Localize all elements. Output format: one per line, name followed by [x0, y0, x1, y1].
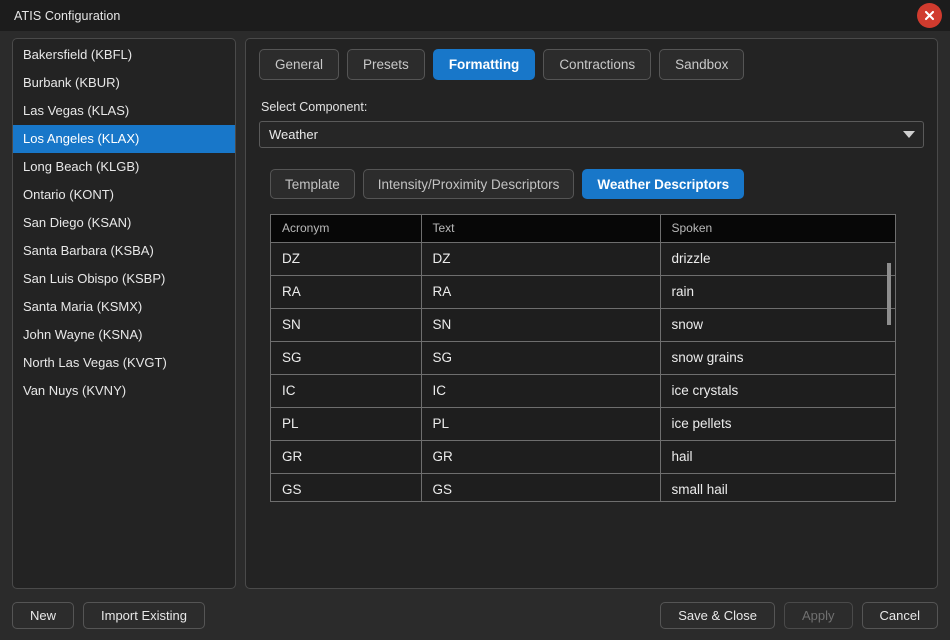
close-window-button[interactable] [917, 3, 942, 28]
facility-list-item[interactable]: Van Nuys (KVNY) [13, 377, 235, 405]
weather-descriptors-table-container: AcronymTextSpoken DZDZdrizzleRARArainSNS… [270, 214, 896, 502]
facility-list-item[interactable]: Santa Barbara (KSBA) [13, 237, 235, 265]
table-row[interactable]: SNSNsnow [271, 308, 896, 341]
facility-list-item[interactable]: San Diego (KSAN) [13, 209, 235, 237]
weather-descriptors-table: AcronymTextSpoken DZDZdrizzleRARArainSNS… [271, 215, 896, 502]
import-existing-button[interactable]: Import Existing [83, 602, 205, 629]
configuration-panel: General Presets FormattingContractions Sand… [245, 38, 938, 589]
window-title: ATIS Configuration [14, 9, 120, 23]
component-sub-tab-bar: Template Intensity/Proximity DescriptorsW… [270, 169, 924, 199]
column-header[interactable]: Spoken [660, 215, 896, 242]
table-cell[interactable]: ice pellets [660, 407, 896, 440]
close-icon [923, 9, 936, 22]
table-cell[interactable]: SN [421, 308, 660, 341]
select-component-label: Select Component: [259, 100, 924, 114]
facility-list[interactable]: Bakersfield (KBFL)Burbank (KBUR)Las Vega… [12, 38, 236, 589]
table-row[interactable]: RARArain [271, 275, 896, 308]
table-cell[interactable]: SG [271, 341, 421, 374]
cancel-button[interactable]: Cancel [862, 602, 938, 629]
table-cell[interactable]: rain [660, 275, 896, 308]
tab-contractions[interactable]: Contractions [543, 49, 651, 80]
select-component-dropdown[interactable]: Weather [259, 121, 924, 148]
new-button[interactable]: New [12, 602, 74, 629]
column-header[interactable]: Text [421, 215, 660, 242]
table-scrollbar-thumb[interactable] [887, 263, 891, 325]
column-header[interactable]: Acronym [271, 215, 421, 242]
table-cell[interactable]: PL [271, 407, 421, 440]
tab-general[interactable]: General [259, 49, 339, 80]
table-cell[interactable]: DZ [271, 242, 421, 275]
table-cell[interactable]: ice crystals [660, 374, 896, 407]
table-scrollbar-track[interactable] [884, 243, 893, 500]
table-header: AcronymTextSpoken [271, 215, 896, 242]
table-body: DZDZdrizzleRARArainSNSNsnowSGSGsnow grai… [271, 242, 896, 502]
table-cell[interactable]: GS [271, 473, 421, 502]
footer-right-group: Save & Close Apply Cancel [660, 602, 938, 629]
apply-button: Apply [784, 602, 853, 629]
facility-list-item[interactable]: Bakersfield (KBFL) [13, 41, 235, 69]
save-and-close-button[interactable]: Save & Close [660, 602, 775, 629]
table-cell[interactable]: snow grains [660, 341, 896, 374]
subtab-intensity-proximity-descriptors[interactable]: Intensity/Proximity Descriptors [363, 169, 575, 199]
table-header-row: AcronymTextSpoken [271, 215, 896, 242]
facility-list-item[interactable]: Ontario (KONT) [13, 181, 235, 209]
tab-formatting[interactable]: Formatting [433, 49, 536, 80]
table-cell[interactable]: SN [271, 308, 421, 341]
table-cell[interactable]: PL [421, 407, 660, 440]
table-cell[interactable]: RA [271, 275, 421, 308]
facility-list-item[interactable]: Santa Maria (KSMX) [13, 293, 235, 321]
table-row[interactable]: SGSGsnow grains [271, 341, 896, 374]
subtab-template[interactable]: Template [270, 169, 355, 199]
table-row[interactable]: ICICice crystals [271, 374, 896, 407]
table-row[interactable]: GRGRhail [271, 440, 896, 473]
select-component-value: Weather [269, 127, 903, 142]
table-cell[interactable]: GS [421, 473, 660, 502]
facility-list-item[interactable]: Burbank (KBUR) [13, 69, 235, 97]
tab-sandbox[interactable]: Sandbox [659, 49, 744, 80]
chevron-down-icon [903, 131, 915, 138]
atis-configuration-window: ATIS Configuration Bakersfield (KBFL)Bur… [0, 0, 950, 640]
table-cell[interactable]: snow [660, 308, 896, 341]
table-cell[interactable]: IC [271, 374, 421, 407]
footer-left-group: New Import Existing [12, 602, 205, 629]
table-cell[interactable]: GR [271, 440, 421, 473]
table-row[interactable]: PLPLice pellets [271, 407, 896, 440]
footer-bar: New Import Existing Save & Close Apply C… [0, 589, 950, 640]
main-tab-bar: General Presets FormattingContractions Sand… [259, 49, 924, 80]
table-cell[interactable]: DZ [421, 242, 660, 275]
table-cell[interactable]: GR [421, 440, 660, 473]
table-cell[interactable]: SG [421, 341, 660, 374]
facility-list-item[interactable]: John Wayne (KSNA) [13, 321, 235, 349]
tab-presets[interactable]: Presets [347, 49, 425, 80]
table-cell[interactable]: drizzle [660, 242, 896, 275]
table-cell[interactable]: small hail [660, 473, 896, 502]
table-cell[interactable]: hail [660, 440, 896, 473]
table-cell[interactable]: RA [421, 275, 660, 308]
facility-list-item[interactable]: San Luis Obispo (KSBP) [13, 265, 235, 293]
title-bar: ATIS Configuration [0, 0, 950, 31]
window-body: Bakersfield (KBFL)Burbank (KBUR)Las Vega… [0, 31, 950, 589]
table-cell[interactable]: IC [421, 374, 660, 407]
facility-list-item[interactable]: Long Beach (KLGB) [13, 153, 235, 181]
facility-list-item[interactable]: North Las Vegas (KVGT) [13, 349, 235, 377]
facility-list-item[interactable]: Las Vegas (KLAS) [13, 97, 235, 125]
subtab-weather-descriptors[interactable]: Weather Descriptors [582, 169, 744, 199]
facility-list-item[interactable]: Los Angeles (KLAX) [13, 125, 235, 153]
table-row[interactable]: DZDZdrizzle [271, 242, 896, 275]
table-row[interactable]: GSGSsmall hail [271, 473, 896, 502]
